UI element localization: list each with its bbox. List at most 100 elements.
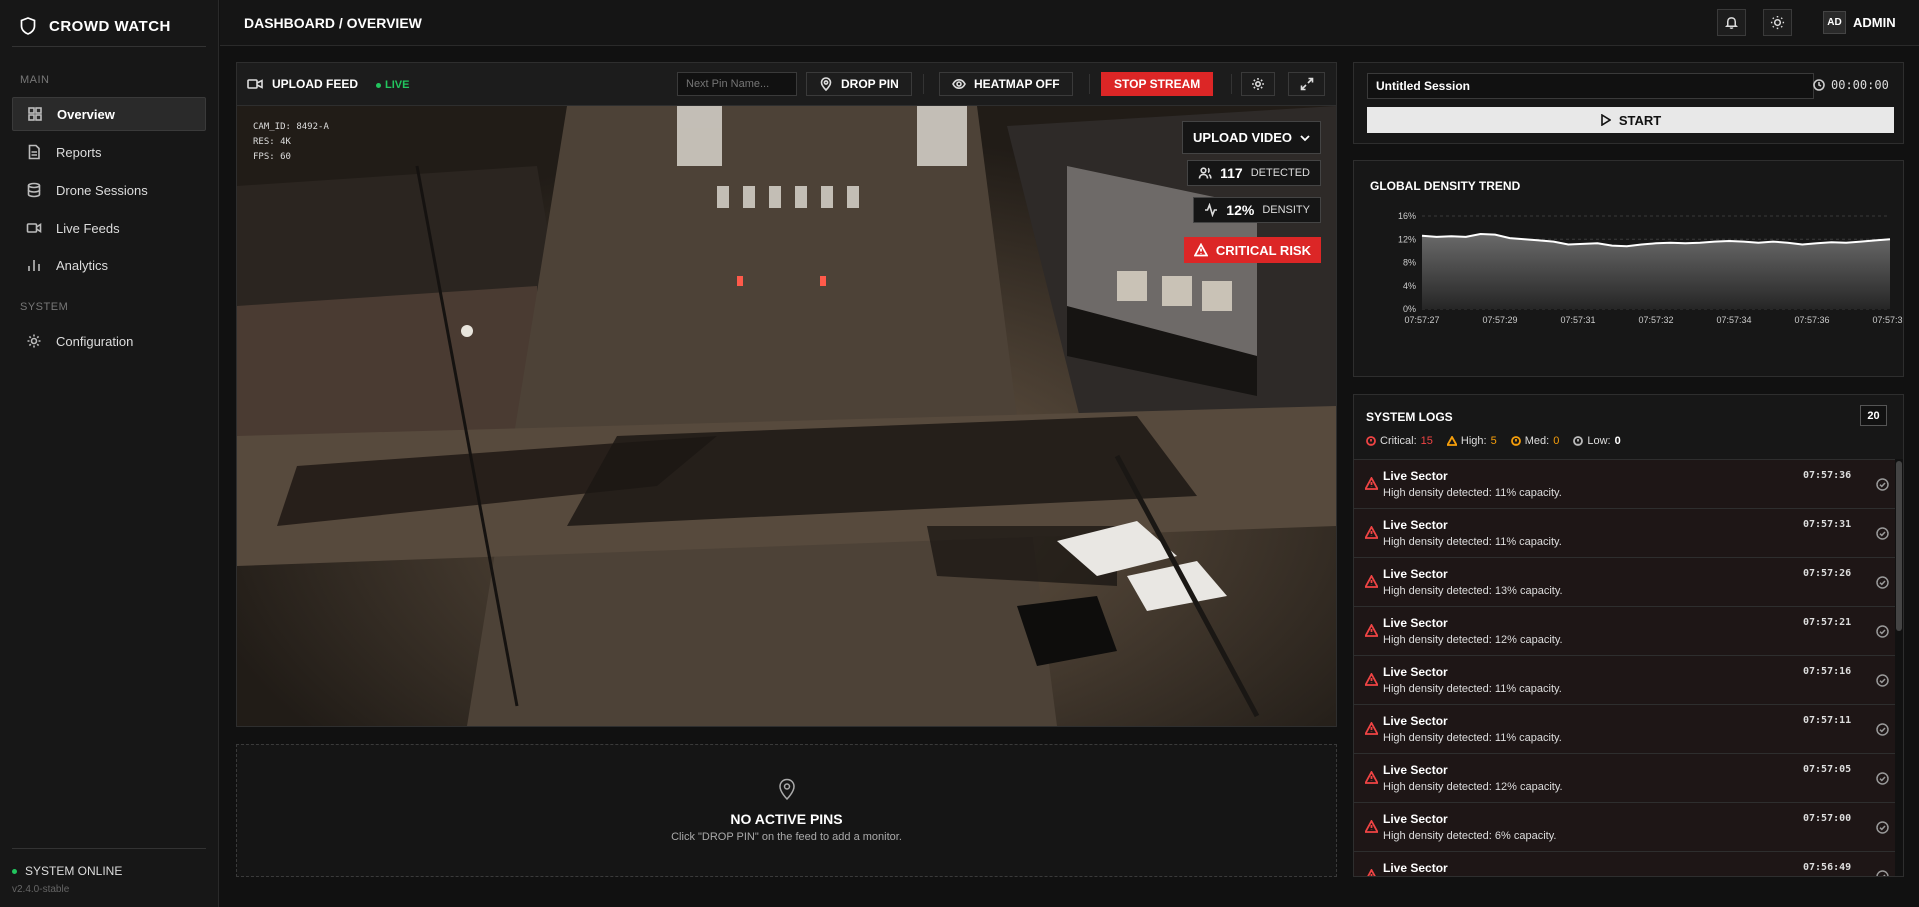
legend-critical[interactable]: Critical: 15 <box>1366 435 1433 447</box>
check-circle-icon[interactable] <box>1876 478 1889 491</box>
log-entry[interactable]: Live Sector High density detected: 11% ca… <box>1354 508 1899 557</box>
upload-video-label: UPLOAD VIDEO <box>1193 130 1292 145</box>
user-name[interactable]: ADMIN <box>1853 15 1896 30</box>
pins-empty-title: NO ACTIVE PINS <box>730 811 843 827</box>
chevron-down-icon <box>1300 134 1310 141</box>
logs-title: SYSTEM LOGS <box>1366 410 1453 424</box>
cam-resolution: RES: 4K <box>253 137 291 147</box>
x-tick-label: 07:57:39 <box>1872 315 1903 325</box>
legend-med-count: 0 <box>1553 435 1560 447</box>
play-icon <box>1601 114 1611 126</box>
video-frame[interactable]: CAM_ID: 8492-A RES: 4K FPS: 60 UPLOAD VI… <box>237 106 1336 726</box>
sidebar-item-label: Overview <box>57 106 115 122</box>
section-label-main: MAIN <box>20 74 50 86</box>
log-entry[interactable]: Live Sector 07:56:49 <box>1354 851 1899 877</box>
session-name-input[interactable]: Untitled Session <box>1367 73 1814 99</box>
log-entry[interactable]: Live Sector High density detected: 11% ca… <box>1354 655 1899 704</box>
legend-high[interactable]: High: 5 <box>1446 435 1497 447</box>
detected-stat: 117 DETECTED <box>1187 160 1321 186</box>
check-circle-icon[interactable] <box>1876 821 1889 834</box>
log-time: 07:57:26 <box>1803 568 1852 579</box>
legend-low-label: Low: <box>1587 435 1611 447</box>
stop-stream-button[interactable]: STOP STREAM <box>1101 72 1214 96</box>
logs-scrollbar-thumb[interactable] <box>1896 461 1902 631</box>
warning-triangle-icon <box>1365 820 1378 833</box>
sidebar-item-live-feeds[interactable]: Live Feeds <box>12 211 206 245</box>
sidebar-item-analytics[interactable]: Analytics <box>12 248 206 282</box>
pins-empty-subtitle: Click "DROP PIN" on the feed to add a mo… <box>671 831 902 843</box>
activity-icon <box>1205 203 1218 217</box>
fullscreen-button[interactable] <box>1288 72 1325 96</box>
log-entry[interactable]: Live Sector High density detected: 13% ca… <box>1354 557 1899 606</box>
legend-high-label: High: <box>1460 435 1487 447</box>
system-status-label: SYSTEM ONLINE <box>25 864 123 878</box>
check-circle-icon[interactable] <box>1876 625 1889 638</box>
start-session-button[interactable]: START <box>1367 107 1894 133</box>
log-time: 07:57:11 <box>1803 715 1852 726</box>
heatmap-label: HEATMAP OFF <box>974 77 1060 91</box>
log-message: High density detected: 11% capacity. <box>1383 732 1562 744</box>
sidebar-item-overview[interactable]: Overview <box>12 97 206 131</box>
theme-toggle-button[interactable] <box>1763 9 1792 36</box>
check-circle-icon[interactable] <box>1876 576 1889 589</box>
sidebar-item-configuration[interactable]: Configuration <box>12 324 206 358</box>
log-source: Live Sector <box>1383 714 1448 728</box>
sidebar-item-label: Live Feeds <box>56 220 120 236</box>
drop-pin-button[interactable]: DROP PIN <box>806 72 912 96</box>
version-label: v2.4.0-stable <box>12 884 70 895</box>
log-entry[interactable]: Live Sector High density detected: 11% ca… <box>1354 459 1899 508</box>
log-source: Live Sector <box>1383 665 1448 679</box>
info-circle-icon <box>1573 436 1584 446</box>
session-timer-value: 00:00:00 <box>1831 78 1889 92</box>
x-tick-label: 07:57:27 <box>1404 315 1439 325</box>
check-circle-icon[interactable] <box>1876 870 1889 877</box>
video-feed-panel: UPLOAD FEED LIVE DROP PIN HEATMAP OFF ST… <box>236 62 1337 727</box>
bell-icon <box>1725 17 1738 29</box>
feed-settings-button[interactable] <box>1241 72 1275 96</box>
log-entry[interactable]: Live Sector High density detected: 11% ca… <box>1354 704 1899 753</box>
upload-video-dropdown[interactable]: UPLOAD VIDEO <box>1182 121 1321 154</box>
legend-low[interactable]: Low: 0 <box>1573 435 1621 447</box>
notifications-button[interactable] <box>1717 9 1746 36</box>
upload-feed-label: UPLOAD FEED <box>272 77 359 91</box>
check-circle-icon[interactable] <box>1876 674 1889 687</box>
sidebar-item-drone-sessions[interactable]: Drone Sessions <box>12 173 206 207</box>
map-pin-icon <box>820 77 832 91</box>
density-label: DENSITY <box>1262 204 1310 216</box>
log-source: Live Sector <box>1383 812 1448 826</box>
log-entry[interactable]: Live Sector High density detected: 12% ca… <box>1354 606 1899 655</box>
pins-empty-state: NO ACTIVE PINS Click "DROP PIN" on the f… <box>236 744 1337 877</box>
warning-triangle-icon <box>1193 243 1208 257</box>
video-icon <box>247 79 263 89</box>
alert-circle-icon <box>1510 436 1521 446</box>
log-entry[interactable]: Live Sector High density detected: 6% cap… <box>1354 802 1899 851</box>
divider <box>1231 74 1232 94</box>
topbar: DASHBOARD / OVERVIEW AD ADMIN <box>220 0 1919 46</box>
check-circle-icon[interactable] <box>1876 723 1889 736</box>
pin-name-input[interactable] <box>677 72 797 96</box>
severity-legend: Critical: 15 High: 5 Med: 0 Low: 0 <box>1366 435 1621 447</box>
check-circle-icon[interactable] <box>1876 772 1889 785</box>
heatmap-toggle-button[interactable]: HEATMAP OFF <box>939 72 1073 96</box>
upload-feed-button[interactable]: UPLOAD FEED <box>247 77 358 91</box>
log-entry[interactable]: Live Sector High density detected: 12% ca… <box>1354 753 1899 802</box>
legend-low-count: 0 <box>1614 435 1621 447</box>
x-tick-label: 07:57:34 <box>1716 315 1751 325</box>
legend-med[interactable]: Med: 0 <box>1510 435 1560 447</box>
sidebar: CROWD WATCH MAIN Overview Reports Drone … <box>0 0 219 907</box>
divider <box>12 46 206 47</box>
gear-icon <box>1252 78 1264 90</box>
grid-icon <box>28 107 42 121</box>
density-value: 12% <box>1226 202 1255 218</box>
sidebar-item-reports[interactable]: Reports <box>12 135 206 169</box>
camera-info: CAM_ID: 8492-A RES: 4K FPS: 60 <box>253 120 329 165</box>
warning-triangle-icon <box>1365 477 1378 490</box>
avatar[interactable]: AD <box>1823 11 1846 34</box>
brand[interactable]: CROWD WATCH <box>20 17 171 35</box>
log-time: 07:57:21 <box>1803 617 1852 628</box>
x-tick-label: 07:57:36 <box>1794 315 1829 325</box>
series-area <box>1422 234 1890 309</box>
log-source: Live Sector <box>1383 861 1448 875</box>
warning-triangle-icon <box>1446 436 1457 446</box>
check-circle-icon[interactable] <box>1876 527 1889 540</box>
